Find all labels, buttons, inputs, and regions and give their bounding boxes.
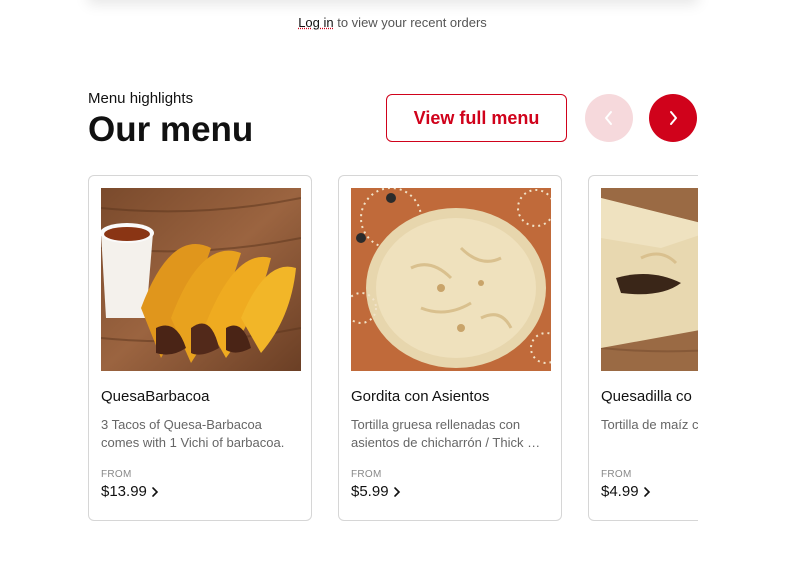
menu-title: Our menu (88, 110, 254, 149)
chevron-right-icon (393, 486, 400, 497)
carousel-next-button[interactable] (649, 94, 697, 142)
menu-item-description: Tortilla de maíz c de queso fundid (601, 417, 698, 432)
menu-item-price: $5.99 (351, 483, 389, 500)
menu-item-description: 3 Tacos of Quesa-Barbacoa comes with 1 V… (101, 417, 285, 450)
menu-eyebrow: Menu highlights (88, 90, 194, 107)
view-full-menu-button[interactable]: View full menu (386, 94, 567, 142)
menu-item-from-label: FROM (601, 469, 632, 480)
login-prompt-text: to view your recent orders (333, 15, 487, 30)
gordita-photo (351, 188, 551, 371)
login-link[interactable]: Log in (298, 15, 333, 30)
menu-item-price-link[interactable]: $5.99 (351, 483, 401, 500)
menu-item-from-label: FROM (101, 469, 132, 480)
menu-carousel: QuesaBarbacoa 3 Tacos of Quesa-Barbacoa … (88, 175, 698, 525)
menu-item-name: Quesadilla co (601, 388, 692, 405)
tacos-photo (101, 188, 301, 371)
menu-item-from-label: FROM (351, 469, 382, 480)
chevron-right-icon (152, 486, 159, 497)
menu-item-price: $13.99 (101, 483, 147, 500)
menu-item-name: Gordita con Asientos (351, 388, 490, 405)
chevron-right-icon (643, 486, 650, 497)
chevron-right-icon (670, 111, 677, 125)
menu-item-name: QuesaBarbacoa (101, 388, 210, 405)
menu-item-price-link[interactable]: $13.99 (101, 483, 159, 500)
chevron-left-icon (605, 111, 612, 125)
menu-item-card[interactable]: Quesadilla co Tortilla de maíz c de ques… (588, 175, 698, 521)
menu-item-price-link[interactable]: $4.99 (601, 483, 651, 500)
menu-item-price: $4.99 (601, 483, 639, 500)
menu-item-card[interactable]: QuesaBarbacoa 3 Tacos of Quesa-Barbacoa … (88, 175, 312, 521)
menu-item-description: Tortilla gruesa rellenadas con asientos … (351, 417, 541, 450)
quesadilla-photo (601, 188, 698, 371)
carousel-prev-button[interactable] (585, 94, 633, 142)
login-prompt: Log in to view your recent orders (0, 15, 785, 30)
menu-item-card[interactable]: Gordita con Asientos Tortilla gruesa rel… (338, 175, 562, 521)
